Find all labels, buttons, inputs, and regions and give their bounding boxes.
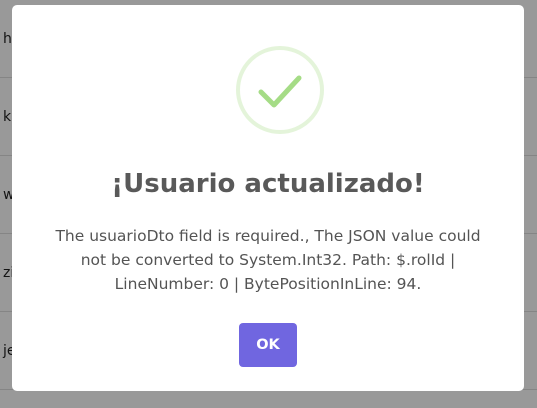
dialog-message: The usuarioDto field is required., The J… bbox=[55, 227, 481, 293]
success-check-icon bbox=[236, 46, 324, 134]
check-mark-icon bbox=[258, 75, 302, 108]
dialog-title: ¡Usuario actualizado! bbox=[111, 169, 425, 199]
ok-button[interactable]: OK bbox=[239, 323, 297, 367]
alert-dialog: ¡Usuario actualizado! The usuarioDto fie… bbox=[12, 5, 524, 391]
